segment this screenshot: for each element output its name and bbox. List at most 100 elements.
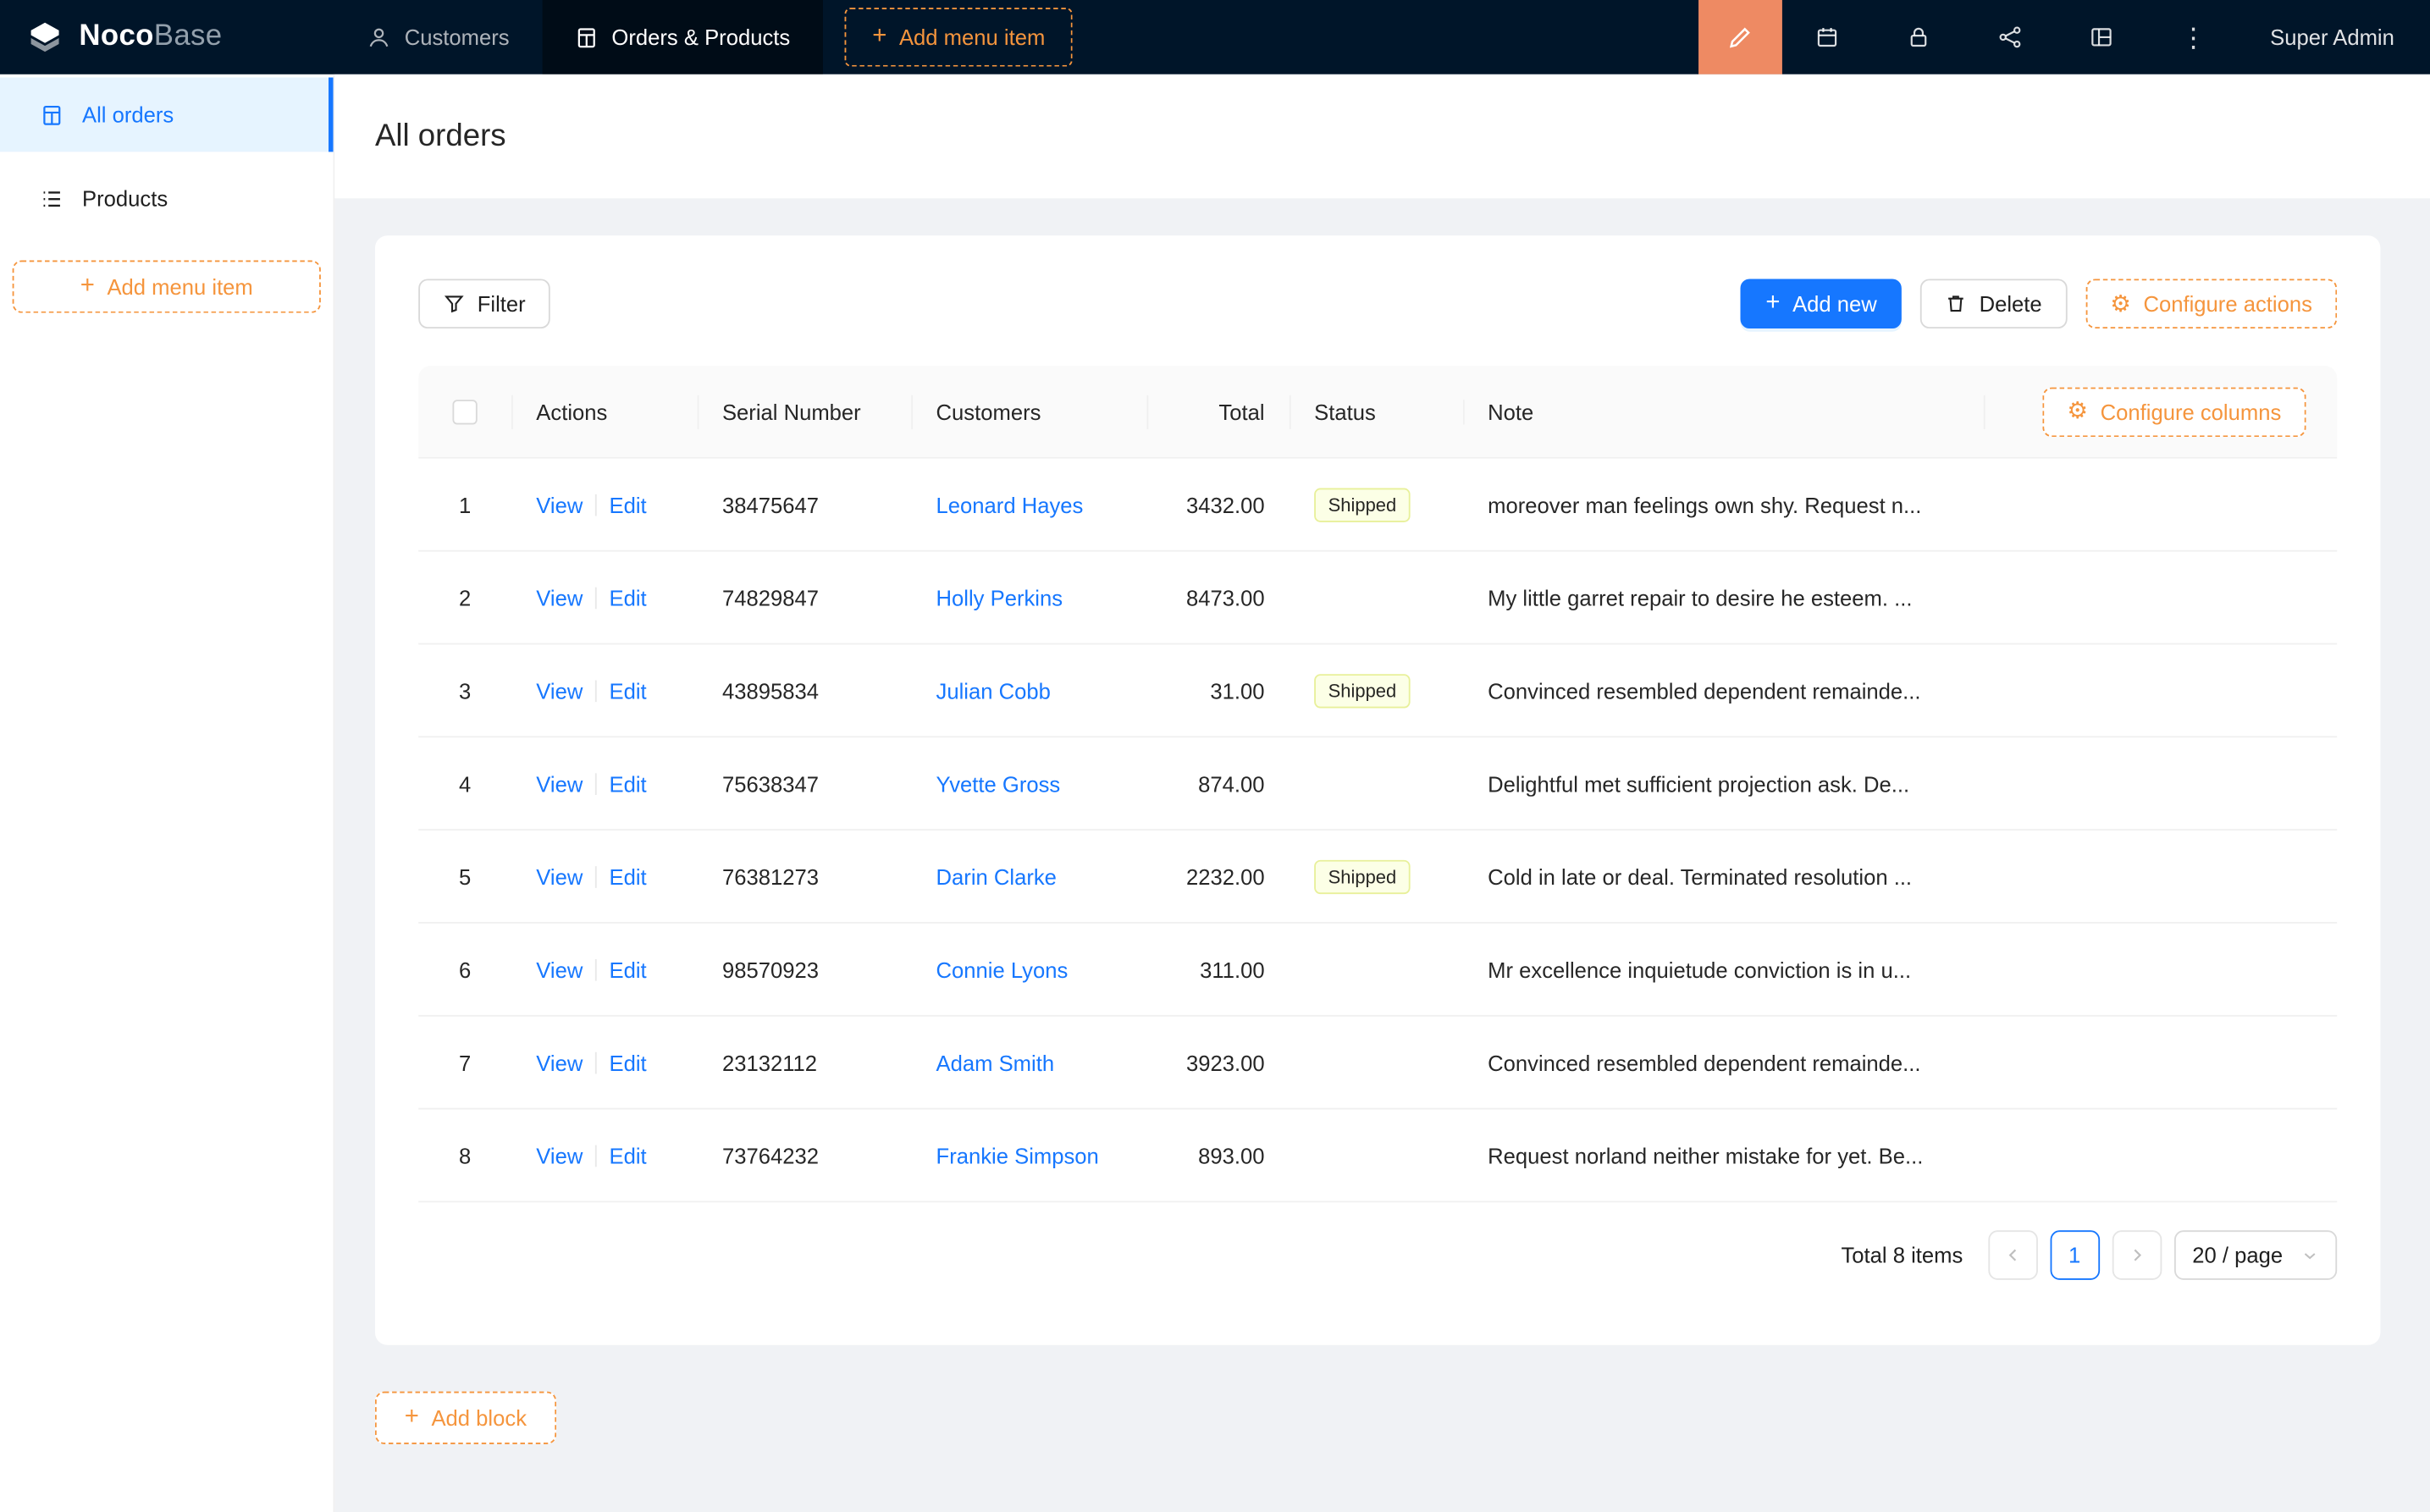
customer-link[interactable]: Leonard Hayes	[936, 492, 1084, 516]
total-cell: 8473.00	[1146, 585, 1289, 610]
plus-icon: +	[872, 25, 886, 49]
plus-icon: +	[1765, 291, 1780, 316]
serial-number-cell: 43895834	[698, 678, 912, 703]
serial-number-cell: 98570923	[698, 957, 912, 981]
customer-link[interactable]: Frankie Simpson	[936, 1143, 1099, 1167]
view-link[interactable]: View	[536, 678, 583, 703]
lock-button[interactable]	[1874, 0, 1965, 74]
view-link[interactable]: View	[536, 864, 583, 888]
divider	[595, 680, 597, 702]
header-cell-note: Note	[1463, 399, 1984, 423]
note-cell: Mr excellence inquietude conviction is i…	[1463, 957, 1984, 981]
edit-link[interactable]: Edit	[610, 678, 647, 703]
customer-link[interactable]: Adam Smith	[936, 1050, 1055, 1074]
row-actions-cell: View Edit	[511, 492, 698, 516]
select-all-checkbox[interactable]	[452, 399, 477, 423]
configure-actions-button[interactable]: ⚙ Configure actions	[2085, 279, 2337, 328]
header-cell-configure: ⚙ Configure columns	[1984, 387, 2337, 437]
plus-icon: +	[80, 274, 95, 299]
layout-button[interactable]	[2057, 0, 2148, 74]
sidebar-item-all-orders[interactable]: All orders	[0, 78, 334, 152]
view-link[interactable]: View	[536, 771, 583, 796]
total-cell: 31.00	[1146, 678, 1289, 703]
trash-icon	[1945, 293, 1967, 315]
customer-link[interactable]: Darin Clarke	[936, 864, 1057, 888]
ui-editor-button[interactable]	[1698, 0, 1782, 74]
customer-cell: Darin Clarke	[911, 864, 1146, 888]
page-1-button[interactable]: 1	[2050, 1230, 2100, 1280]
edit-link[interactable]: Edit	[610, 957, 647, 981]
divider	[595, 772, 597, 794]
customer-link[interactable]: Julian Cobb	[936, 678, 1051, 703]
view-link[interactable]: View	[536, 1143, 583, 1167]
row-actions-cell: View Edit	[511, 771, 698, 796]
list-icon	[41, 187, 64, 210]
edit-link[interactable]: Edit	[610, 492, 647, 516]
configure-columns-button[interactable]: ⚙ Configure columns	[2042, 387, 2306, 437]
total-cell: 3923.00	[1146, 1050, 1289, 1074]
header-cell-total: Total	[1146, 399, 1289, 423]
table-row: 5 View Edit 76381273 Darin Clarke	[418, 830, 2337, 924]
customer-link[interactable]: Holly Perkins	[936, 585, 1063, 610]
total-cell: 893.00	[1146, 1143, 1289, 1167]
status-badge: Shipped	[1314, 673, 1411, 707]
gear-icon: ⚙	[2110, 292, 2131, 315]
filter-icon	[443, 293, 465, 315]
table-row: 8 View Edit 73764232 Frankie Simpson	[418, 1110, 2337, 1203]
view-link[interactable]: View	[536, 1050, 583, 1074]
sidebar-item-products[interactable]: Products	[0, 161, 334, 235]
header-tab-customers[interactable]: Customers	[334, 0, 542, 74]
customer-link[interactable]: Connie Lyons	[936, 957, 1069, 981]
prev-page-button[interactable]	[1988, 1230, 2038, 1280]
view-link[interactable]: View	[536, 957, 583, 981]
note-cell: Delightful met sufficient projection ask…	[1463, 771, 1984, 796]
header-tab-label: Customers	[405, 25, 510, 49]
header-tab-orders-products[interactable]: Orders & Products	[542, 0, 823, 74]
edit-link[interactable]: Edit	[610, 1050, 647, 1074]
edit-link[interactable]: Edit	[610, 864, 647, 888]
edit-link[interactable]: Edit	[610, 771, 647, 796]
customer-cell: Yvette Gross	[911, 771, 1146, 796]
page-header: All orders	[334, 74, 2430, 198]
header-tab-label: Orders & Products	[611, 25, 790, 49]
filter-button[interactable]: Filter	[418, 279, 550, 328]
orders-table-card: Filter + Add new	[375, 235, 2380, 1345]
header-add-menu-item-button[interactable]: + Add menu item	[844, 8, 1073, 67]
more-button[interactable]: ⋮	[2148, 0, 2239, 74]
logo[interactable]: NocoBase	[0, 0, 334, 74]
table-row: 2 View Edit 74829847 Holly Perkins	[418, 552, 2337, 645]
header-cell-serial: Serial Number	[698, 399, 912, 423]
orders-icon	[41, 103, 64, 126]
layout-icon	[2090, 25, 2114, 49]
note-cell: Convinced resembled dependent remainde..…	[1463, 1050, 1984, 1074]
sidebar-item-label: Products	[82, 186, 168, 211]
api-button[interactable]	[1965, 0, 2057, 74]
edit-link[interactable]: Edit	[610, 585, 647, 610]
divider	[595, 1051, 597, 1073]
delete-button[interactable]: Delete	[1920, 279, 2067, 328]
chevron-left-icon	[2003, 1246, 2022, 1265]
pagination-total: Total 8 items	[1841, 1243, 1963, 1267]
row-actions-cell: View Edit	[511, 1143, 698, 1167]
calendar-button[interactable]	[1782, 0, 1874, 74]
serial-number-cell: 75638347	[698, 771, 912, 796]
add-new-button[interactable]: + Add new	[1741, 279, 1902, 328]
header-cell-actions: Actions	[511, 399, 698, 423]
total-cell: 3432.00	[1146, 492, 1289, 516]
header-cell-select	[418, 399, 511, 423]
customer-link[interactable]: Yvette Gross	[936, 771, 1061, 796]
users-icon	[367, 25, 390, 48]
view-link[interactable]: View	[536, 585, 583, 610]
page-size-select[interactable]: 20 / page	[2173, 1230, 2337, 1280]
sidebar-add-menu-item-button[interactable]: + Add menu item	[13, 260, 321, 312]
view-link[interactable]: View	[536, 492, 583, 516]
edit-link[interactable]: Edit	[610, 1143, 647, 1167]
user-menu[interactable]: Super Admin	[2239, 0, 2430, 74]
customer-cell: Leonard Hayes	[911, 492, 1146, 516]
row-index: 8	[459, 1143, 471, 1167]
next-page-button[interactable]	[2112, 1230, 2162, 1280]
serial-number-cell: 23132112	[698, 1050, 912, 1074]
status-badge: Shipped	[1314, 488, 1411, 521]
row-index: 3	[459, 678, 471, 703]
add-block-button[interactable]: + Add block	[375, 1392, 556, 1444]
